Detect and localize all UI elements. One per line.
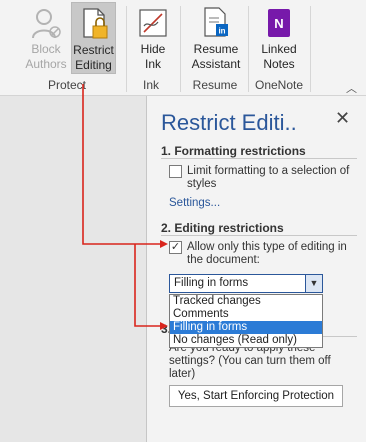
arrow-to-allow-only <box>82 84 168 248</box>
annotation-arrows <box>82 84 168 330</box>
arrow-to-filling-in-forms <box>134 244 168 330</box>
